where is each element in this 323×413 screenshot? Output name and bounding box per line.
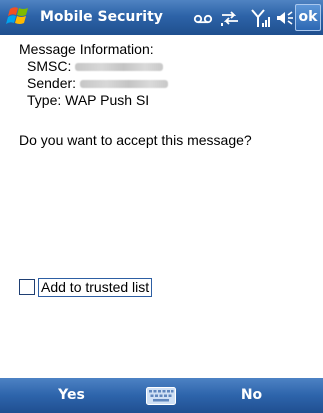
- ok-button[interactable]: ok: [295, 4, 321, 31]
- trusted-list-checkbox[interactable]: [19, 279, 35, 295]
- sender-value-redacted: [80, 80, 169, 89]
- smsc-row: SMSC:: [27, 58, 164, 74]
- signal-icon[interactable]: [250, 8, 272, 28]
- trusted-list-label[interactable]: Add to trusted list: [38, 278, 153, 297]
- title-bar: Mobile Security ok: [0, 0, 323, 35]
- windows-start-icon[interactable]: [4, 3, 34, 31]
- voicemail-icon[interactable]: [192, 8, 214, 28]
- sender-row: Sender:: [27, 75, 169, 91]
- speaker-icon[interactable]: [275, 8, 295, 28]
- sender-label: Sender:: [27, 75, 77, 91]
- no-softkey[interactable]: No: [180, 378, 323, 413]
- type-row: Type: WAP Push SI: [27, 92, 149, 108]
- keyboard-icon[interactable]: [146, 387, 176, 405]
- sync-icon[interactable]: [219, 8, 241, 28]
- yes-softkey[interactable]: Yes: [0, 378, 143, 413]
- app-title: Mobile Security: [40, 9, 163, 25]
- smsc-value-redacted: [75, 63, 164, 72]
- message-heading: Message Information:: [19, 41, 154, 57]
- softkey-bar: Yes No: [0, 378, 323, 413]
- message-content: Message Information: SMSC: Sender: Type:…: [0, 35, 323, 378]
- smsc-label: SMSC:: [27, 58, 72, 74]
- type-label: Type:: [27, 92, 62, 108]
- accept-question: Do you want to accept this message?: [19, 132, 252, 148]
- type-value: WAP Push SI: [65, 92, 150, 108]
